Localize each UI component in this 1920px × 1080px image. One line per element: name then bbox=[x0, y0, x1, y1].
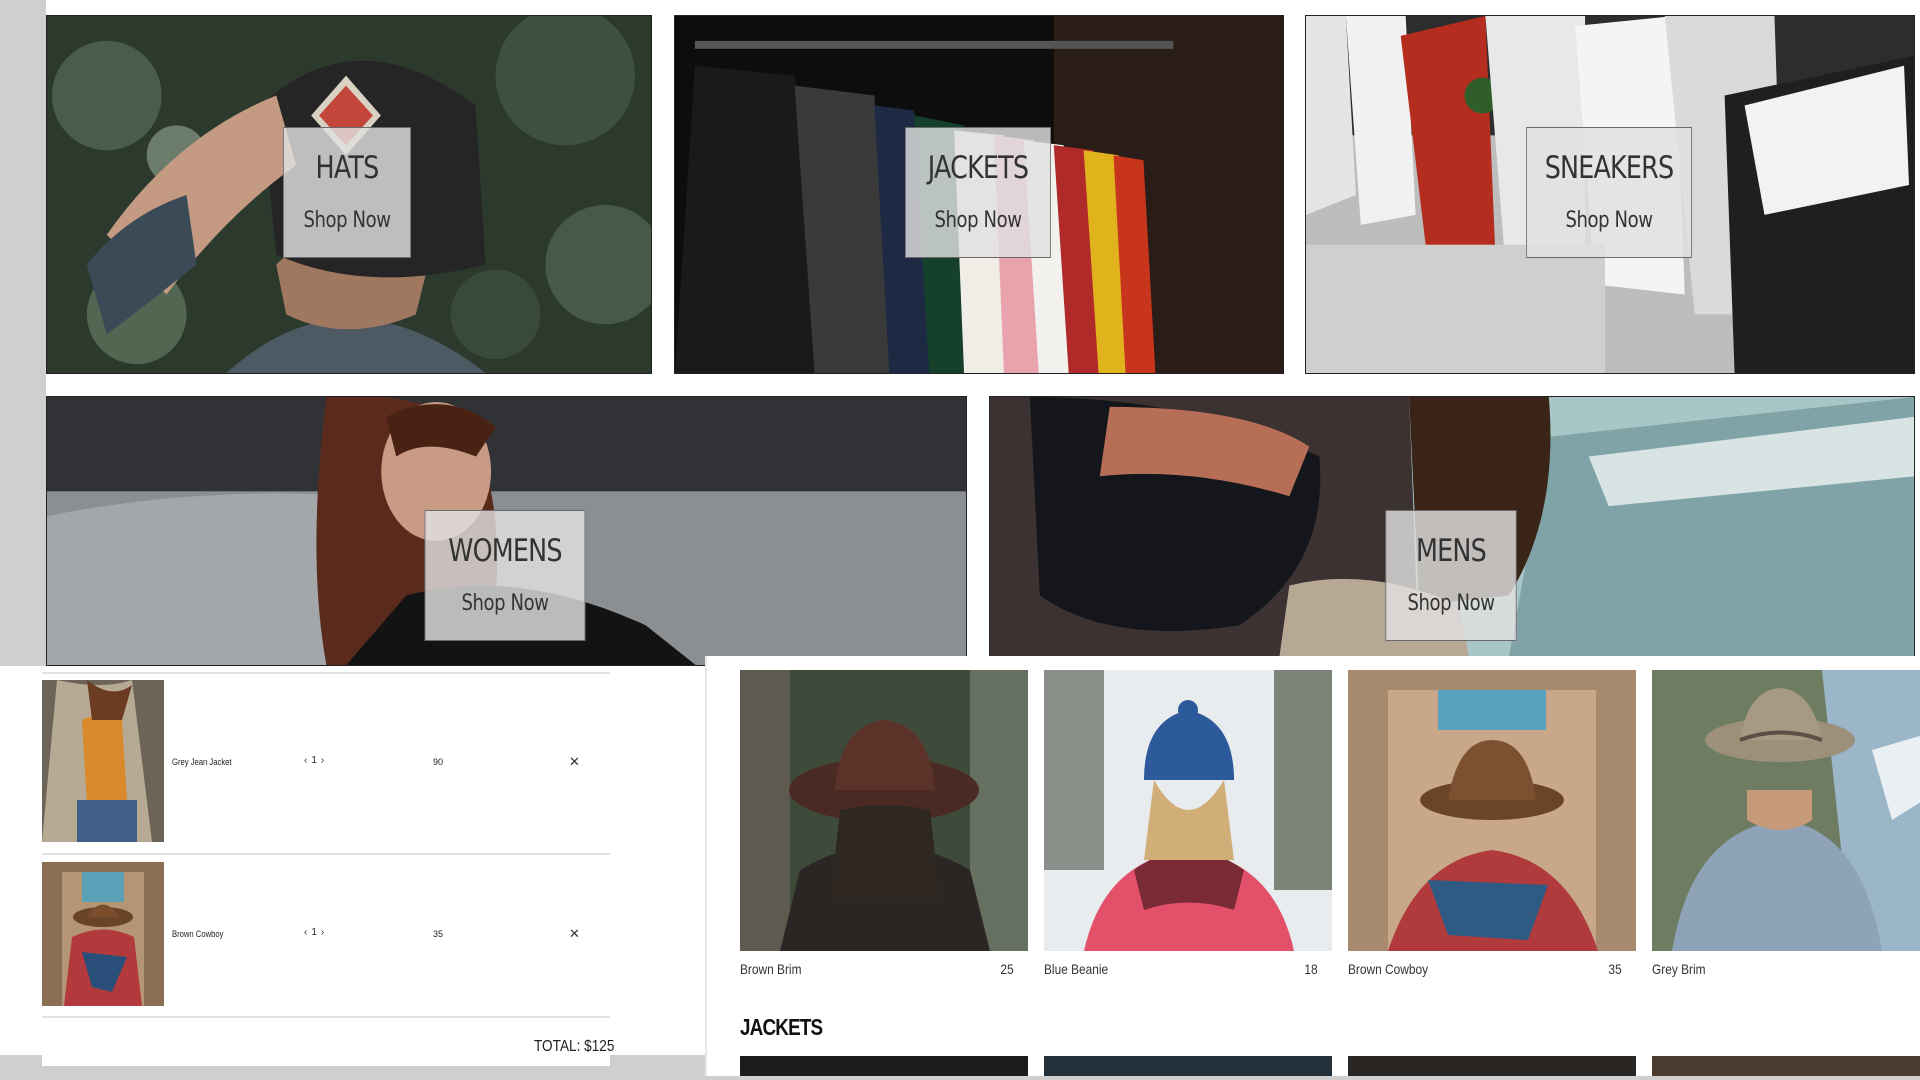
category-title: MENS bbox=[1416, 533, 1487, 569]
category-overlay-hats[interactable]: HATS Shop Now bbox=[283, 127, 411, 258]
shop-now-link[interactable]: Shop Now bbox=[461, 593, 549, 615]
product-card-partial[interactable] bbox=[1348, 1056, 1636, 1076]
cart-item-image bbox=[42, 862, 164, 1006]
category-overlay-womens[interactable]: WOMENS Shop Now bbox=[424, 510, 586, 641]
category-tile-womens[interactable]: WOMENS Shop Now bbox=[46, 396, 967, 666]
cart-item-name: Grey Jean Jacket bbox=[172, 757, 232, 767]
cart-panel: Grey Jean Jacket ‹ 1 › 90 ✕ Brown Cowboy… bbox=[42, 666, 614, 1066]
cart-item-name: Brown Cowboy bbox=[172, 929, 224, 939]
category-tile-mens[interactable]: MENS Shop Now bbox=[989, 396, 1915, 658]
increase-quantity-icon[interactable]: › bbox=[321, 755, 324, 766]
page-gutter bbox=[0, 0, 46, 666]
remove-item-icon[interactable]: ✕ bbox=[569, 754, 580, 770]
category-tile-jackets[interactable]: JACKETS Shop Now bbox=[674, 15, 1284, 374]
cart-item-image bbox=[42, 680, 164, 842]
product-name: Blue Beanie bbox=[1044, 961, 1109, 977]
category-title: WOMENS bbox=[448, 533, 562, 569]
quantity-value: 1 bbox=[311, 927, 317, 938]
increase-quantity-icon[interactable]: › bbox=[321, 927, 324, 938]
product-name: Brown Brim bbox=[740, 961, 802, 977]
shop-now-link[interactable]: Shop Now bbox=[1407, 593, 1495, 615]
cart-item: Brown Cowboy ‹ 1 › 35 ✕ bbox=[42, 862, 610, 1006]
product-image[interactable] bbox=[1044, 670, 1332, 951]
product-card-partial[interactable] bbox=[740, 1056, 1028, 1076]
cart-item-price: 35 bbox=[433, 929, 444, 939]
quantity-stepper: ‹ 1 › bbox=[304, 755, 324, 766]
product-image[interactable] bbox=[1652, 670, 1920, 951]
shop-now-link[interactable]: Shop Now bbox=[303, 210, 391, 232]
category-tile-sneakers[interactable]: SNEAKERS Shop Now bbox=[1305, 15, 1915, 374]
decrease-quantity-icon[interactable]: ‹ bbox=[304, 755, 307, 766]
quantity-value: 1 bbox=[311, 755, 317, 766]
product-card-partial[interactable] bbox=[1044, 1056, 1332, 1076]
cart-item: Grey Jean Jacket ‹ 1 › 90 ✕ bbox=[42, 680, 610, 842]
shop-now-link[interactable]: Shop Now bbox=[1565, 210, 1653, 232]
decrease-quantity-icon[interactable]: ‹ bbox=[304, 927, 307, 938]
category-overlay-mens[interactable]: MENS Shop Now bbox=[1385, 510, 1517, 641]
product-name: Grey Brim bbox=[1652, 961, 1706, 977]
category-tile-hats[interactable]: HATS Shop Now bbox=[46, 15, 652, 374]
shop-now-link[interactable]: Shop Now bbox=[934, 210, 1022, 232]
section-title-jackets[interactable]: JACKETS bbox=[740, 1014, 823, 1041]
quantity-stepper: ‹ 1 › bbox=[304, 927, 324, 938]
category-overlay-sneakers[interactable]: SNEAKERS Shop Now bbox=[1526, 127, 1692, 258]
product-price: 18 bbox=[1304, 961, 1318, 977]
cart-divider bbox=[42, 672, 610, 674]
product-price: 35 bbox=[1608, 961, 1622, 977]
category-title: SNEAKERS bbox=[1544, 150, 1674, 186]
category-overlay-jackets[interactable]: JACKETS Shop Now bbox=[905, 127, 1051, 258]
product-image[interactable] bbox=[740, 670, 1028, 951]
category-title: HATS bbox=[315, 150, 380, 186]
product-image[interactable] bbox=[1348, 670, 1636, 951]
product-name: Brown Cowboy bbox=[1348, 961, 1429, 977]
category-title: JACKETS bbox=[927, 150, 1029, 186]
product-card-partial[interactable] bbox=[1652, 1056, 1920, 1076]
cart-item-price: 90 bbox=[433, 757, 444, 767]
product-price: 25 bbox=[1000, 961, 1014, 977]
remove-item-icon[interactable]: ✕ bbox=[569, 926, 580, 942]
cart-total: TOTAL: $125 bbox=[534, 1038, 615, 1055]
product-preview-panel: Brown Brim 25 Blue Beanie 18 Brown Cowbo… bbox=[707, 656, 1920, 1076]
cart-divider bbox=[42, 1016, 610, 1018]
cart-divider bbox=[42, 853, 610, 855]
